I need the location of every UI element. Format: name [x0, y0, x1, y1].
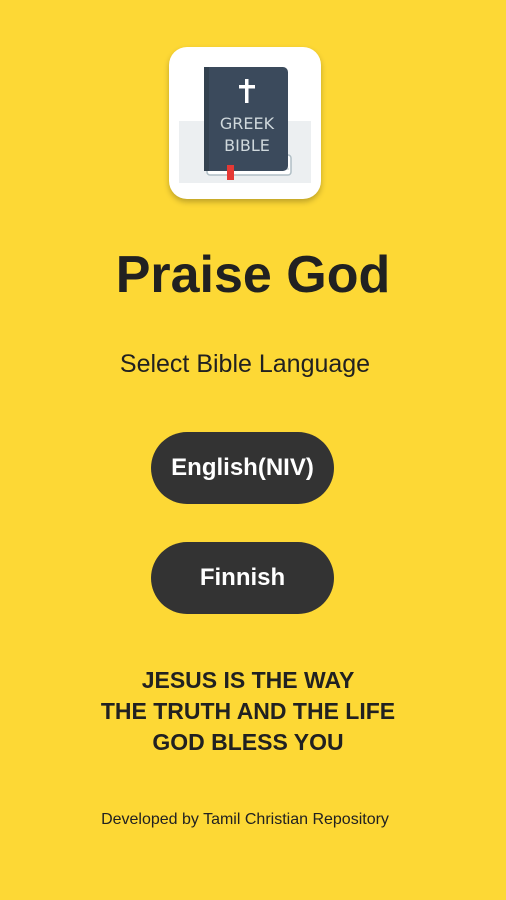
app-logo: GREEK BIBLE: [169, 47, 321, 199]
book-title-line1: GREEK: [220, 114, 275, 133]
select-language-label: Select Bible Language: [119, 350, 371, 378]
message-line-2: THE TRUTH AND THE LIFE: [100, 698, 396, 724]
blessing-message: JESUS IS THE WAY THE TRUTH AND THE LIFE …: [0, 665, 496, 758]
finnish-button[interactable]: Finnish: [151, 542, 334, 614]
english-niv-button[interactable]: English(NIV): [151, 432, 334, 504]
message-line-1: JESUS IS THE WAY: [141, 667, 355, 693]
book-title-line2: BIBLE: [224, 136, 270, 155]
page-title: Praise God: [115, 246, 391, 304]
greek-bible-book-icon: GREEK BIBLE: [179, 67, 311, 183]
developer-credit: Developed by Tamil Christian Repository: [101, 811, 389, 828]
message-line-3: GOD BLESS YOU: [152, 729, 344, 755]
